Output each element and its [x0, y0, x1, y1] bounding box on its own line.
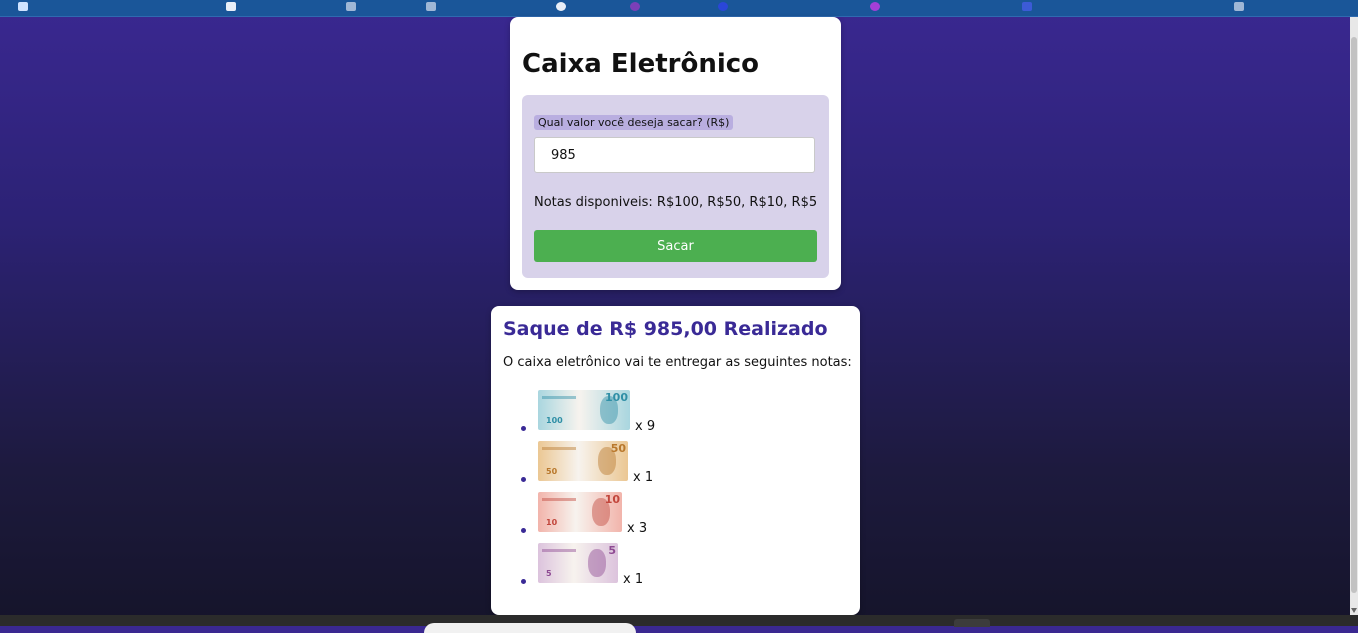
page-title: Caixa Eletrônico: [522, 49, 760, 79]
banknote-value-label: 5: [608, 544, 616, 557]
list-item: 10 10 x 3: [517, 490, 647, 541]
banknote-value-label: 100: [605, 391, 628, 404]
banknote-5-image: 5 5: [538, 543, 618, 583]
browser-bookmarks-bar: [0, 0, 1358, 17]
amount-input[interactable]: [534, 137, 815, 173]
banknote-10-image: 10 10: [538, 492, 622, 532]
page-scrollbar[interactable]: [1350, 17, 1358, 615]
bullet-icon: [521, 528, 526, 533]
bullet-icon: [521, 426, 526, 431]
bookmark-icon[interactable]: [870, 2, 880, 11]
banknote-value-label: 5: [546, 569, 552, 578]
notes-list: 100 100 x 9 50 50 x 1 10 10 x 3 5 5 x 1: [517, 388, 655, 592]
taskbar-search-box[interactable]: [424, 623, 636, 633]
bookmark-icon[interactable]: [630, 2, 640, 11]
banknote-value-label: 10: [546, 518, 558, 527]
banknote-stripe: [542, 447, 576, 450]
available-notes-text: Notas disponiveis: R$100, R$50, R$10, R$…: [534, 195, 818, 210]
bookmark-icon[interactable]: [426, 2, 436, 11]
bookmark-icon[interactable]: [1234, 2, 1244, 11]
scrollbar-thumb[interactable]: [1351, 37, 1357, 593]
note-quantity: x 9: [635, 419, 656, 434]
bookmark-icon[interactable]: [226, 2, 236, 11]
banknote-value-label: 100: [546, 416, 563, 425]
bookmark-icon[interactable]: [346, 2, 356, 11]
banknote-50-image: 50 50: [538, 441, 628, 481]
taskbar: [0, 615, 1358, 633]
banknote-stripe: [542, 396, 576, 399]
banknote-value-label: 50: [610, 442, 626, 455]
banknote-100-image: 100 100: [538, 390, 630, 430]
note-quantity: x 1: [633, 470, 654, 485]
banknote-portrait-icon: [588, 549, 606, 577]
bullet-icon: [521, 477, 526, 482]
banknote-stripe: [542, 498, 576, 501]
banknote-value-label: 10: [604, 493, 620, 506]
amount-label: Qual valor você deseja sacar? (R$): [534, 115, 734, 130]
withdraw-form: Qual valor você deseja sacar? (R$) Notas…: [522, 95, 829, 278]
apps-icon[interactable]: [18, 2, 28, 11]
scroll-down-icon[interactable]: [1351, 608, 1357, 613]
banknote-stripe: [542, 549, 576, 552]
list-item: 50 50 x 1: [517, 439, 653, 490]
note-quantity: x 1: [623, 572, 644, 587]
bookmark-icon[interactable]: [1022, 2, 1032, 11]
withdraw-button[interactable]: Sacar: [534, 230, 817, 262]
result-card: Saque de R$ 985,00 Realizado O caixa ele…: [491, 306, 860, 615]
atm-card: Caixa Eletrônico Qual valor você deseja …: [510, 17, 841, 290]
list-item: 100 100 x 9: [517, 388, 655, 439]
banknote-value-label: 50: [546, 467, 558, 476]
bookmark-icon[interactable]: [718, 2, 728, 11]
bookmark-icon[interactable]: [556, 2, 566, 11]
result-message: O caixa eletrônico vai te entregar as se…: [503, 355, 852, 370]
bullet-icon: [521, 579, 526, 584]
result-title: Saque de R$ 985,00 Realizado: [503, 318, 828, 340]
note-quantity: x 3: [627, 521, 648, 536]
list-item: 5 5 x 1: [517, 541, 643, 592]
